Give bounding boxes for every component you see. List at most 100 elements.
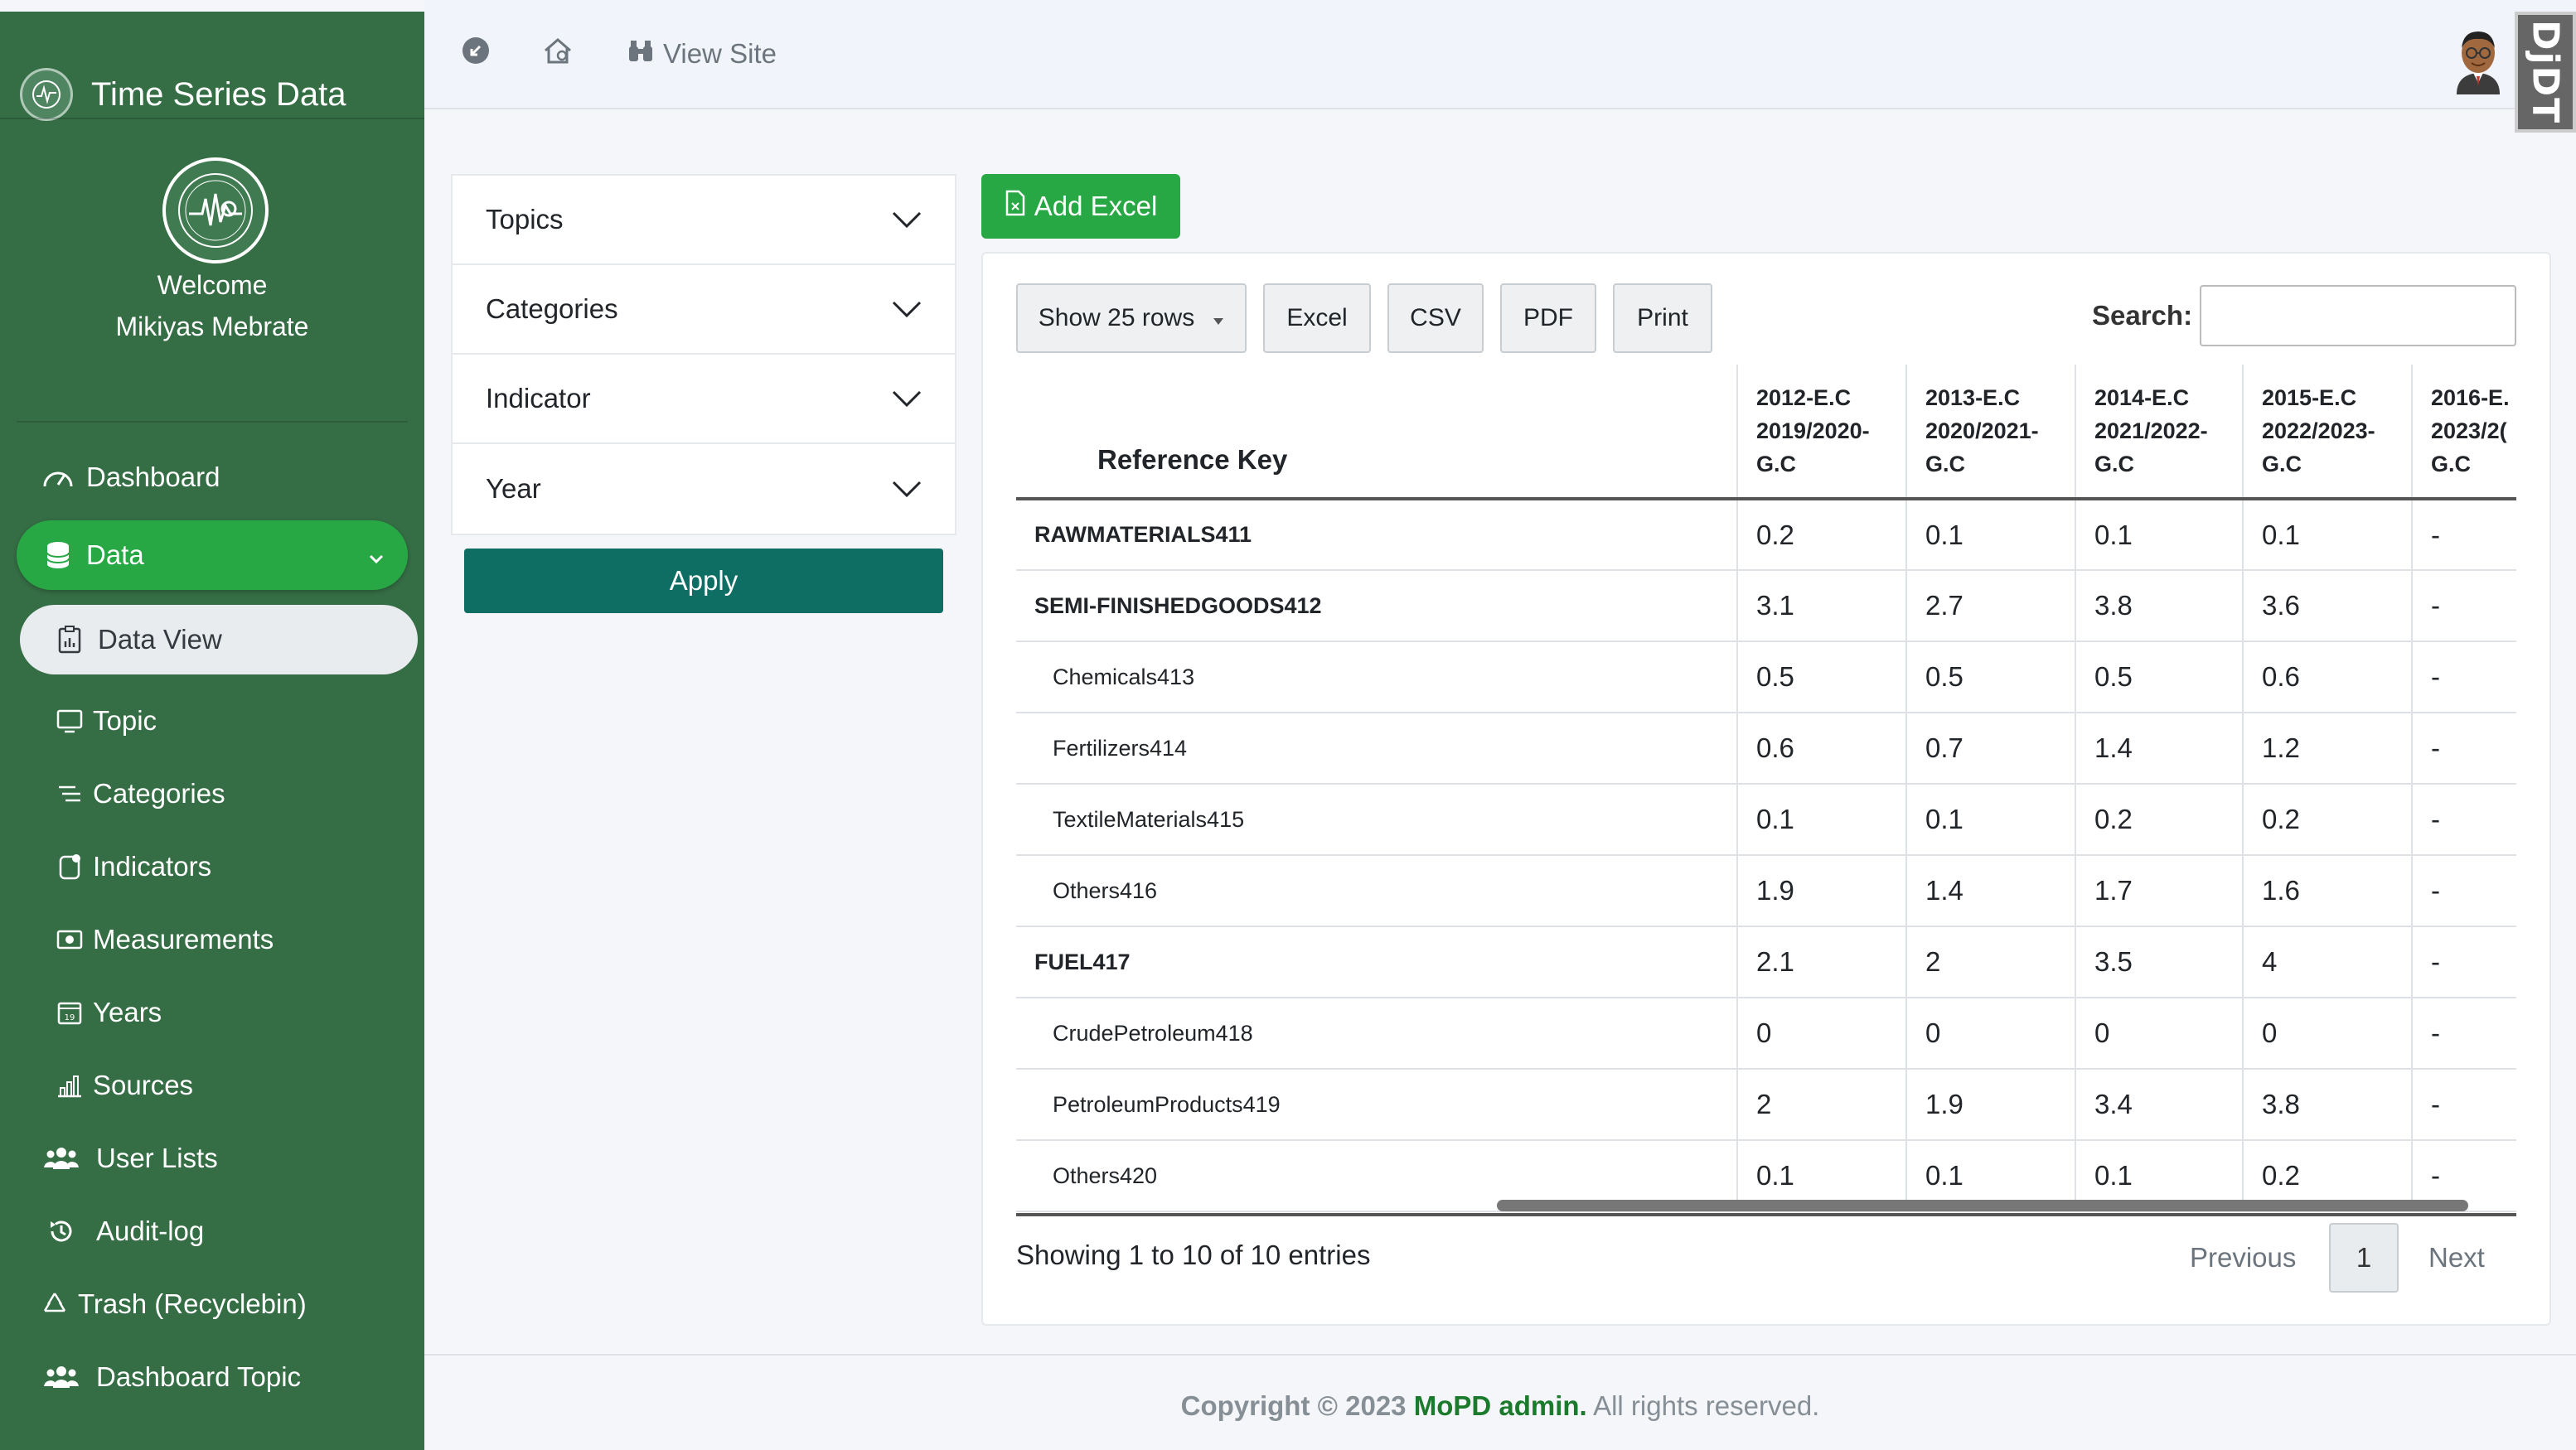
- header-line: 2015-E.C: [2262, 385, 2357, 410]
- binoculars-icon: [627, 38, 655, 70]
- cell-value: 0.6: [1737, 713, 1907, 784]
- cell-value: 2: [1737, 1069, 1907, 1140]
- nav-categories[interactable]: Categories: [17, 759, 408, 829]
- gauge-icon: [40, 459, 76, 495]
- users-icon: [43, 1359, 80, 1395]
- cell-value: 2.7: [1906, 570, 2076, 641]
- brand-title: Time Series Data: [91, 75, 346, 113]
- filter-label: Topics: [486, 204, 564, 234]
- header-line: G.C: [2431, 452, 2472, 476]
- table-row: PetroleumProducts419 2 1.9 3.4 3.8 -: [1016, 1069, 2516, 1140]
- nav-trash[interactable]: Trash (Recyclebin): [17, 1269, 408, 1339]
- nav-indicators[interactable]: Indicators: [17, 832, 408, 901]
- header-line: 2022/2023-: [2262, 418, 2375, 443]
- header-line: G.C: [1756, 452, 1797, 476]
- file-excel-icon: [1005, 190, 1026, 223]
- table-bottom-border: [1016, 1213, 2516, 1216]
- nav-years[interactable]: 19 Years: [17, 978, 408, 1047]
- nav-label: Topic: [93, 705, 157, 736]
- cell-value: 0: [1906, 998, 2076, 1069]
- filter-categories[interactable]: Categories: [453, 265, 955, 355]
- export-excel-button[interactable]: Excel: [1263, 283, 1371, 353]
- cell-value: 4: [2243, 926, 2413, 998]
- cell-value: 1.6: [2243, 855, 2413, 926]
- page-1-button[interactable]: 1: [2329, 1223, 2399, 1293]
- show-rows-label: Show 25 rows: [1038, 304, 1195, 331]
- data-table-scroll[interactable]: Reference Key 2012-E.C 2019/2020- G.C 2013…: [1016, 365, 2516, 1213]
- header-line: G.C: [2262, 452, 2302, 476]
- table-row: CrudePetroleum418 0 0 0 0 -: [1016, 998, 2516, 1069]
- cell-value: 0.6: [2243, 641, 2413, 713]
- header-line: 2021/2022-: [2094, 418, 2208, 443]
- nav-dashboard-topic[interactable]: Dashboard Topic: [17, 1342, 408, 1412]
- debug-toolbar-handle[interactable]: DjDT: [2515, 12, 2576, 133]
- calendar-icon: 19: [51, 994, 88, 1031]
- apply-button[interactable]: Apply: [464, 549, 943, 613]
- footer: Copyright © 2023 MoPD admin. All rights …: [424, 1354, 2576, 1450]
- print-button[interactable]: Print: [1613, 283, 1712, 353]
- previous-page-button[interactable]: Previous: [2190, 1223, 2296, 1293]
- cell-value: 0.5: [1906, 641, 2076, 713]
- chevron-down-icon: [366, 544, 386, 575]
- column-header-year[interactable]: 2013-E.C 2020/2021- G.C: [1906, 365, 2076, 499]
- nav-sources[interactable]: Sources: [17, 1051, 408, 1120]
- export-pdf-button[interactable]: PDF: [1500, 283, 1596, 353]
- cell-value: 3.8: [2075, 570, 2244, 641]
- filter-indicator[interactable]: Indicator: [453, 355, 955, 444]
- view-site-link[interactable]: View Site: [627, 33, 777, 75]
- home-button[interactable]: [542, 33, 574, 75]
- column-header-year[interactable]: 2016-E. 2023/2(G.C: [2412, 365, 2516, 499]
- nav-topic[interactable]: Topic: [17, 686, 408, 756]
- show-rows-select[interactable]: Show 25 rows: [1016, 283, 1247, 353]
- row-key: Chemicals413: [1016, 641, 1738, 713]
- cell-value: 1.9: [1906, 1069, 2076, 1140]
- column-header-year[interactable]: 2015-E.C 2022/2023- G.C: [2243, 365, 2413, 499]
- cell-value: 0.1: [2075, 499, 2244, 570]
- nav-label: Years: [93, 997, 162, 1027]
- database-icon: [40, 537, 76, 573]
- header-line: 2012-E.C: [1756, 385, 1852, 410]
- nav-label: Sources: [93, 1070, 194, 1100]
- cell-value: 0: [1737, 998, 1907, 1069]
- header-line: G.C: [2094, 452, 2135, 476]
- nav-user-lists[interactable]: User Lists: [17, 1124, 408, 1193]
- row-key: RAWMATERIALS411: [1016, 499, 1738, 570]
- horizontal-scrollbar[interactable]: [1497, 1200, 2468, 1211]
- search-input[interactable]: [2200, 285, 2516, 346]
- sidebar: Time Series Data Welcome Mikiyas Mebrate…: [0, 12, 424, 1450]
- column-header-year[interactable]: 2014-E.C 2021/2022- G.C: [2075, 365, 2244, 499]
- chart-icon: [51, 1067, 88, 1104]
- cell-value: -: [2412, 926, 2516, 998]
- cell-value: 0.2: [2075, 784, 2244, 855]
- cell-value: -: [2412, 1069, 2516, 1140]
- nav-label: Measurements: [93, 924, 274, 955]
- filter-topics[interactable]: Topics: [453, 176, 955, 265]
- add-excel-button[interactable]: Add Excel: [981, 174, 1180, 239]
- user-avatar[interactable]: [2452, 25, 2505, 94]
- nav-data-view[interactable]: Data View: [20, 605, 418, 674]
- next-page-button[interactable]: Next: [2428, 1223, 2485, 1293]
- cell-value: 3.6: [2243, 570, 2413, 641]
- report-icon: [51, 621, 88, 658]
- search-label: Search:: [2092, 300, 2193, 331]
- nav-audit-log[interactable]: Audit-log: [17, 1196, 408, 1266]
- monitor-icon: [51, 703, 88, 739]
- table-row: TextileMaterials415 0.1 0.1 0.2 0.2 -: [1016, 784, 2516, 855]
- nav-label: User Lists: [96, 1143, 218, 1173]
- collapse-sidebar-button[interactable]: [461, 33, 491, 75]
- nav-label: Audit-log: [96, 1216, 205, 1246]
- chevron-down-icon: [892, 204, 922, 235]
- column-header-reference-key[interactable]: Reference Key: [1016, 365, 1738, 499]
- nav-measurements[interactable]: Measurements: [17, 905, 408, 974]
- column-header-year[interactable]: 2012-E.C 2019/2020- G.C: [1737, 365, 1907, 499]
- nav-dashboard[interactable]: Dashboard: [17, 442, 408, 512]
- row-key: SEMI-FINISHEDGOODS412: [1016, 570, 1738, 641]
- export-csv-button[interactable]: CSV: [1387, 283, 1484, 353]
- filter-accordion: Topics Categories Indicator Year: [451, 174, 956, 535]
- nav-data[interactable]: Data: [17, 520, 408, 590]
- filter-label: Categories: [486, 293, 618, 324]
- header-line: G.C: [1925, 452, 1966, 476]
- nav-label: Dashboard: [86, 462, 220, 492]
- filter-year[interactable]: Year: [453, 444, 955, 534]
- footer-brand-link[interactable]: MoPD admin.: [1414, 1390, 1587, 1421]
